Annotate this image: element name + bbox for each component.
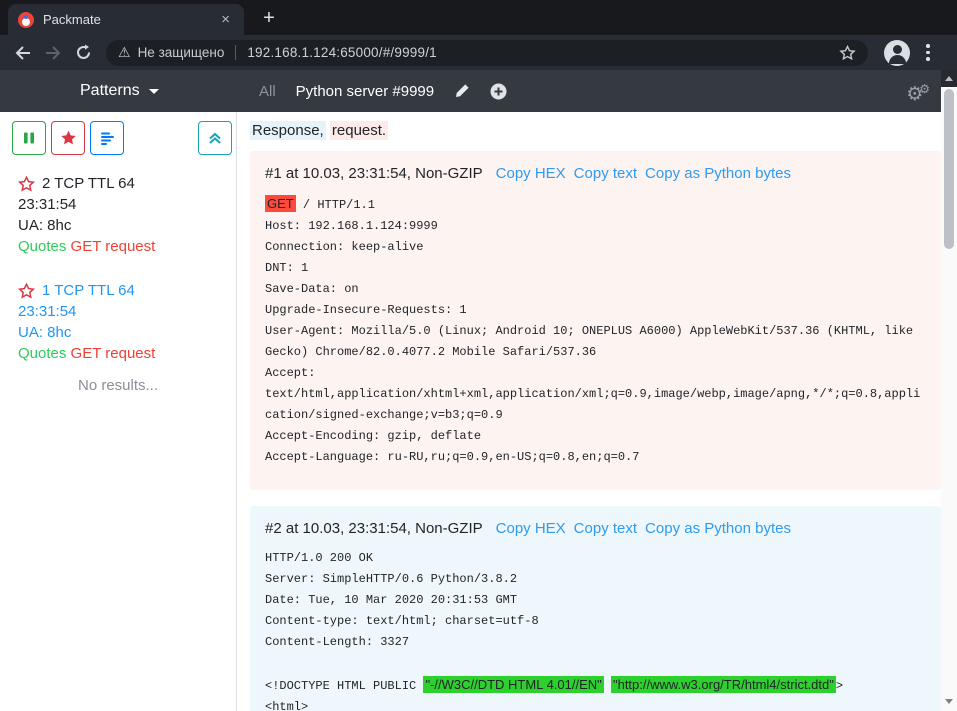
back-icon[interactable] [8,39,38,67]
packet-body: GET / HTTP/1.1Host: 192.168.1.124:9999Co… [265,193,926,468]
browser-tab[interactable]: Packmate × [8,4,244,35]
browser-toolbar: ⚠ Не защищено 192.168.1.124:65000/#/9999… [0,35,957,70]
url-text[interactable]: 192.168.1.124:65000/#/9999/1 [247,45,437,60]
close-tab-icon[interactable]: × [217,10,234,29]
browser-menu-icon[interactable] [918,40,938,65]
copy-python-bytes-link[interactable]: Copy as Python bytes [645,520,791,537]
legend-request: request. [330,121,388,140]
stream-title: 2 TCP TTL 64 [42,173,135,194]
settings-gears-icon[interactable]: ⚙⚙ [906,70,930,112]
url-divider [235,45,236,60]
tab-all[interactable]: All [259,83,276,100]
packet-header: #1 at 10.03, 23:31:54, Non-GZIP [265,165,483,182]
packet-card-request: #1 at 10.03, 23:31:54, Non-GZIP Copy HEX… [250,151,941,490]
copy-hex-link[interactable]: Copy HEX [496,520,566,537]
scroll-down-icon [945,699,953,704]
profile-avatar-icon[interactable] [884,40,910,66]
bookmark-star-icon[interactable] [839,45,856,61]
favorite-star-icon[interactable] [18,283,35,299]
packet-header: #2 at 10.03, 23:31:54, Non-GZIP [265,520,483,537]
url-bar[interactable]: ⚠ Не защищено 192.168.1.124:65000/#/9999… [106,40,868,66]
packet-body: HTTP/1.0 200 OKServer: SimpleHTTP/0.6 Py… [265,548,926,711]
stream-tag-get-request: GET request [71,238,156,255]
main-content: Response, request. #1 at 10.03, 23:31:54… [237,112,941,711]
stream-user-agent: UA: 8hc [18,215,222,236]
no-results-label: No results... [0,377,236,394]
favorites-filter-button[interactable] [51,121,85,155]
stream-tag-get-request: GET request [71,345,156,362]
forward-icon[interactable] [38,39,68,67]
legend: Response, request. [250,122,941,139]
screen: Packmate × + ⚠ Не защищено 192.168.1.124… [0,0,957,711]
copy-text-link[interactable]: Copy text [574,165,637,182]
collapse-sidebar-button[interactable] [198,121,232,155]
patterns-dropdown[interactable]: Patterns [80,70,159,112]
stream-list-item-selected[interactable]: 1 TCP TTL 64 23:31:54 UA: 8hc Quotes GET… [0,270,236,364]
sidebar-toolbar [0,112,236,163]
warning-icon[interactable]: ⚠ [118,44,131,61]
page-scrollbar[interactable] [941,70,957,711]
tab-current-pattern[interactable]: Python server #9999 [296,83,434,100]
favorite-star-icon[interactable] [18,176,35,192]
copy-hex-link[interactable]: Copy HEX [496,165,566,182]
pattern-tabs: All Python server #9999 [259,70,507,112]
scrollbar-down-button[interactable] [941,694,957,708]
stream-user-agent: UA: 8hc [18,322,222,343]
scrollbar-up-button[interactable] [941,70,957,87]
stream-tag-quotes: Quotes [18,345,66,362]
sidebar: 2 TCP TTL 64 23:31:54 UA: 8hc Quotes GET… [0,112,237,711]
scrollbar-thumb[interactable] [944,89,954,249]
text-filter-button[interactable] [90,121,124,155]
edit-pencil-icon[interactable] [454,83,470,99]
reload-icon[interactable] [68,39,98,67]
packet-card-response: #2 at 10.03, 23:31:54, Non-GZIP Copy HEX… [250,506,941,711]
pause-capture-button[interactable] [12,121,46,155]
stream-time: 23:31:54 [18,194,222,215]
app-navbar: Patterns All Python server #9999 ⚙⚙ [0,70,957,112]
tab-title: Packmate [43,12,217,27]
browser-tab-bar: Packmate × + [0,0,957,35]
copy-text-link[interactable]: Copy text [574,520,637,537]
copy-python-bytes-link[interactable]: Copy as Python bytes [645,165,791,182]
security-status[interactable]: Не защищено [138,45,225,60]
packmate-favicon-icon [18,12,34,28]
add-pattern-icon[interactable] [490,83,507,100]
new-tab-button[interactable]: + [256,5,282,31]
caret-down-icon [149,89,159,94]
scroll-up-icon [945,76,953,81]
legend-response: Response, [250,121,326,140]
stream-title: 1 TCP TTL 64 [42,280,135,301]
stream-list-item[interactable]: 2 TCP TTL 64 23:31:54 UA: 8hc Quotes GET… [0,163,236,257]
stream-tag-quotes: Quotes [18,238,66,255]
stream-time: 23:31:54 [18,301,222,322]
patterns-label: Patterns [80,82,140,100]
